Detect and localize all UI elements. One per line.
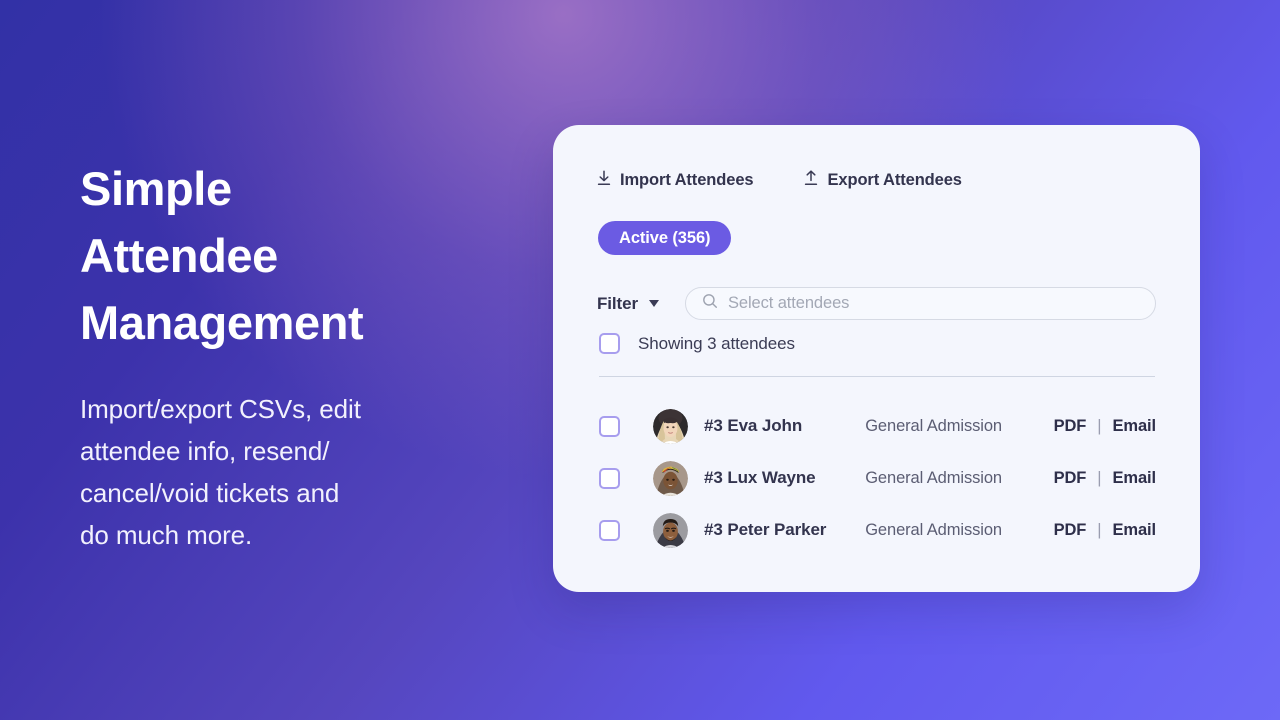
export-attendees-label: Export Attendees: [827, 171, 962, 189]
email-action[interactable]: Email: [1112, 417, 1156, 436]
hero-subtitle-line-1: Import/export CSVs, edit: [80, 394, 361, 424]
hero-copy: Simple Attendee Management Import/export…: [80, 155, 510, 556]
attendee-management-card: Import Attendees Export Attendees Active…: [553, 125, 1200, 592]
attendee-ticket-type: General Admission: [865, 416, 1002, 435]
search-icon: [702, 293, 718, 314]
email-action[interactable]: Email: [1112, 469, 1156, 488]
pdf-action[interactable]: PDF: [1054, 521, 1087, 540]
filter-dropdown[interactable]: Filter: [597, 294, 659, 314]
status-badge-active[interactable]: Active (356): [598, 221, 732, 255]
attendee-actions: PDF | Email: [1054, 520, 1157, 540]
pdf-action[interactable]: PDF: [1054, 469, 1087, 488]
upload-icon: [804, 170, 818, 191]
showing-count-label: Showing 3 attendees: [638, 333, 795, 353]
page-title-line-1: Simple: [80, 162, 232, 215]
attendee-actions: PDF | Email: [1054, 416, 1157, 436]
attendee-ticket-type: General Admission: [865, 520, 1002, 539]
attendee-checkbox[interactable]: [599, 415, 620, 437]
search-box[interactable]: [684, 287, 1156, 320]
import-attendees-label: Import Attendees: [620, 171, 754, 189]
table-row[interactable]: #3 Eva John General Admission PDF | Emai…: [599, 400, 1156, 452]
action-separator: |: [1097, 468, 1102, 487]
avatar-eva-john: [653, 408, 688, 444]
list-divider: [599, 376, 1155, 378]
chevron-down-icon: [648, 300, 659, 307]
attendee-name: #3 Eva John: [704, 416, 803, 435]
attendee-checkbox[interactable]: [599, 519, 620, 541]
action-separator: |: [1097, 416, 1102, 435]
attendee-list: #3 Eva John General Admission PDF | Emai…: [599, 400, 1156, 556]
table-row[interactable]: #3 Lux Wayne General Admission PDF | Ema…: [599, 452, 1156, 504]
export-attendees-button[interactable]: Export Attendees: [804, 170, 962, 191]
avatar-peter-parker: [653, 512, 688, 548]
hero-subtitle: Import/export CSVs, edit attendee info, …: [80, 356, 510, 556]
card-content: Import Attendees Export Attendees Active…: [597, 125, 1156, 592]
table-row[interactable]: #3 Peter Parker General Admission PDF | …: [599, 504, 1156, 556]
promo-slide: Simple Attendee Management Import/export…: [0, 0, 1280, 720]
import-attendees-button[interactable]: Import Attendees: [597, 170, 754, 191]
attendee-ticket-type: General Admission: [865, 468, 1002, 487]
page-title-line-3: Management: [80, 296, 364, 349]
page-title-line-2: Attendee: [80, 229, 278, 282]
search-input[interactable]: [727, 294, 1139, 313]
filter-label: Filter: [597, 293, 638, 313]
hero-subtitle-line-2: attendee info, resend/: [80, 436, 330, 466]
filter-search-row: Filter: [597, 287, 1156, 320]
attendee-checkbox[interactable]: [599, 467, 620, 489]
page-title: Simple Attendee Management: [80, 155, 510, 356]
attendee-actions: PDF | Email: [1054, 468, 1157, 488]
select-all-row: Showing 3 attendees: [599, 333, 795, 354]
action-separator: |: [1097, 520, 1102, 539]
attendee-name: #3 Peter Parker: [704, 520, 827, 539]
attendee-name: #3 Lux Wayne: [704, 468, 816, 487]
import-export-toolbar: Import Attendees Export Attendees: [597, 170, 962, 191]
email-action[interactable]: Email: [1112, 521, 1156, 540]
hero-subtitle-line-4: do much more.: [80, 520, 253, 550]
download-icon: [597, 170, 611, 191]
select-all-checkbox[interactable]: [599, 333, 620, 354]
avatar-lux-wayne: [653, 460, 688, 496]
hero-subtitle-line-3: cancel/void tickets and: [80, 478, 340, 508]
pdf-action[interactable]: PDF: [1054, 417, 1087, 436]
